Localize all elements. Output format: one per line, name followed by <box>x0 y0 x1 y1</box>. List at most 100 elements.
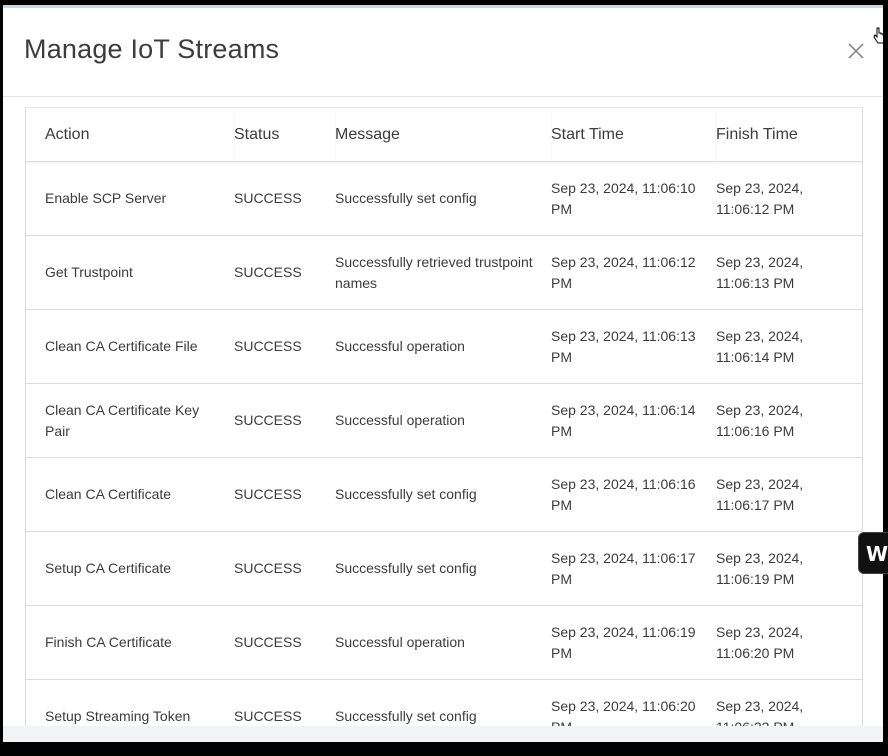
cell-message-text: Successful operation <box>335 634 465 650</box>
cell-message: Successfully set config <box>335 679 551 727</box>
cell-action-text: Finish CA Certificate <box>45 634 172 650</box>
table-row: Enable SCP Server SUCCESS Successfully set… <box>26 161 862 236</box>
cell-start-text: Sep 23, 2024, 11:06:12 PM <box>551 253 696 291</box>
cell-start: Sep 23, 2024, 11:06:13 PM <box>551 309 716 384</box>
cell-message-text: Successful operation <box>335 338 465 354</box>
column-header-action[interactable]: Action <box>26 107 234 162</box>
column-header-finish-time[interactable]: Finish Time <box>716 107 862 162</box>
side-widget-button[interactable]: W <box>858 532 888 574</box>
cell-message: Successful operation <box>335 383 551 458</box>
cell-action-text: Setup Streaming Token <box>45 708 191 724</box>
cell-action: Setup CA Certificate <box>26 531 234 606</box>
cell-message: Successfully set config <box>335 161 551 236</box>
cell-finish-text: Sep 23, 2024, 11:06:13 PM <box>716 253 804 291</box>
manage-iot-streams-modal: Manage IoT Streams Action Status Message St… <box>3 5 883 742</box>
table-row: Clean CA Certificate Key Pair SUCCESS Succ… <box>26 383 862 458</box>
cell-start: Sep 23, 2024, 11:06:16 PM <box>551 457 716 532</box>
table-body: Enable SCP Server SUCCESS Successfully set… <box>26 161 862 728</box>
cell-message-text: Successfully set config <box>335 560 477 576</box>
table-row: Setup CA Certificate SUCCESS Successfully … <box>26 531 862 606</box>
cell-finish-text: Sep 23, 2024, 11:06:14 PM <box>716 327 804 365</box>
cell-start: Sep 23, 2024, 11:06:12 PM <box>551 235 716 310</box>
cell-finish: Sep 23, 2024, 11:06:22 PM <box>716 679 862 728</box>
cell-status-text: SUCCESS <box>234 338 302 354</box>
streams-table: Action Status Message Start Time Finish Time… <box>26 107 862 727</box>
cell-message: Successfully set config <box>335 531 551 606</box>
cell-status: SUCCESS <box>234 605 335 680</box>
cell-start-text: Sep 23, 2024, 11:06:17 PM <box>551 549 696 587</box>
table-row: Setup Streaming Token SUCCESS Successfully… <box>26 679 862 728</box>
cell-action-text: Clean CA Certificate Key Pair <box>45 401 200 439</box>
cell-action: Setup Streaming Token <box>26 679 234 727</box>
cell-finish-text: Sep 23, 2024, 11:06:16 PM <box>716 401 804 439</box>
hand-cursor-icon <box>873 26 883 46</box>
cell-start: Sep 23, 2024, 11:06:14 PM <box>551 383 716 458</box>
table-row: Clean CA Certificate SUCCESS Successfully … <box>26 457 862 532</box>
cell-start: Sep 23, 2024, 11:06:19 PM <box>551 605 716 680</box>
cell-start-text: Sep 23, 2024, 11:06:14 PM <box>551 401 696 439</box>
cell-status-text: SUCCESS <box>234 264 302 280</box>
column-header-start-time[interactable]: Start Time <box>551 107 716 162</box>
cell-message-text: Successfully set config <box>335 190 477 206</box>
cell-action-text: Clean CA Certificate <box>45 486 172 502</box>
cell-message: Successfully retrieved trustpoint names <box>335 235 551 310</box>
cell-status-text: SUCCESS <box>234 486 302 502</box>
cell-start-text: Sep 23, 2024, 11:06:13 PM <box>551 327 696 365</box>
cell-start: Sep 23, 2024, 11:06:10 PM <box>551 161 716 236</box>
cell-start-text: Sep 23, 2024, 11:06:10 PM <box>551 179 696 217</box>
cell-finish: Sep 23, 2024, 11:06:17 PM <box>716 457 862 532</box>
cell-status: SUCCESS <box>234 235 335 310</box>
cell-message: Successfully set config <box>335 457 551 532</box>
cell-status: SUCCESS <box>234 309 335 384</box>
cell-status-text: SUCCESS <box>234 560 302 576</box>
cell-action: Clean CA Certificate File <box>26 309 234 384</box>
cell-finish-text: Sep 23, 2024, 11:06:22 PM <box>716 697 804 728</box>
cell-finish: Sep 23, 2024, 11:06:14 PM <box>716 309 862 384</box>
cell-message: Successful operation <box>335 309 551 384</box>
cell-action: Finish CA Certificate <box>26 605 234 680</box>
cell-status-text: SUCCESS <box>234 190 302 206</box>
cell-action-text: Get Trustpoint <box>45 264 133 280</box>
table-row: Finish CA Certificate SUCCESS Successful o… <box>26 605 862 680</box>
cell-finish: Sep 23, 2024, 11:06:20 PM <box>716 605 862 680</box>
cell-message: Successful operation <box>335 605 551 680</box>
cell-status-text: SUCCESS <box>234 412 302 428</box>
cell-finish-text: Sep 23, 2024, 11:06:20 PM <box>716 623 804 661</box>
cell-action-text: Enable SCP Server <box>45 190 167 206</box>
column-header-message[interactable]: Message <box>335 107 551 162</box>
cell-start: Sep 23, 2024, 11:06:20 PM <box>551 679 716 728</box>
streams-table-container[interactable]: Action Status Message Start Time Finish Time… <box>25 107 863 727</box>
cell-action: Enable SCP Server <box>26 161 234 236</box>
cell-finish-text: Sep 23, 2024, 11:06:19 PM <box>716 549 804 587</box>
cell-status-text: SUCCESS <box>234 634 302 650</box>
cell-message-text: Successful operation <box>335 412 465 428</box>
cell-finish: Sep 23, 2024, 11:06:13 PM <box>716 235 862 310</box>
close-icon[interactable] <box>845 40 867 62</box>
column-header-status[interactable]: Status <box>234 107 335 162</box>
cell-status-text: SUCCESS <box>234 708 302 724</box>
cell-action: Get Trustpoint <box>26 235 234 310</box>
cell-status: SUCCESS <box>234 383 335 458</box>
cell-finish: Sep 23, 2024, 11:06:12 PM <box>716 161 862 236</box>
modal-footer-strip <box>3 726 883 742</box>
side-widget-label: W <box>866 542 888 566</box>
cell-finish: Sep 23, 2024, 11:06:19 PM <box>716 531 862 606</box>
cell-action: Clean CA Certificate Key Pair <box>26 383 234 458</box>
cell-start: Sep 23, 2024, 11:06:17 PM <box>551 531 716 606</box>
cell-finish-text: Sep 23, 2024, 11:06:12 PM <box>716 179 804 217</box>
cell-action: Clean CA Certificate <box>26 457 234 532</box>
cell-message-text: Successfully set config <box>335 708 477 724</box>
modal-title: Manage IoT Streams <box>24 34 280 64</box>
table-row: Clean CA Certificate File SUCCESS Successf… <box>26 309 862 384</box>
cell-status: SUCCESS <box>234 161 335 236</box>
cell-status: SUCCESS <box>234 679 335 727</box>
cell-finish: Sep 23, 2024, 11:06:16 PM <box>716 383 862 458</box>
cell-status: SUCCESS <box>234 457 335 532</box>
modal-header: Manage IoT Streams <box>3 8 883 97</box>
cell-start-text: Sep 23, 2024, 11:06:20 PM <box>551 697 696 728</box>
cell-start-text: Sep 23, 2024, 11:06:16 PM <box>551 475 696 513</box>
cell-action-text: Setup CA Certificate <box>45 560 172 576</box>
cell-status: SUCCESS <box>234 531 335 606</box>
cell-message-text: Successfully set config <box>335 486 477 502</box>
cell-message-text: Successfully retrieved trustpoint names <box>335 253 533 291</box>
